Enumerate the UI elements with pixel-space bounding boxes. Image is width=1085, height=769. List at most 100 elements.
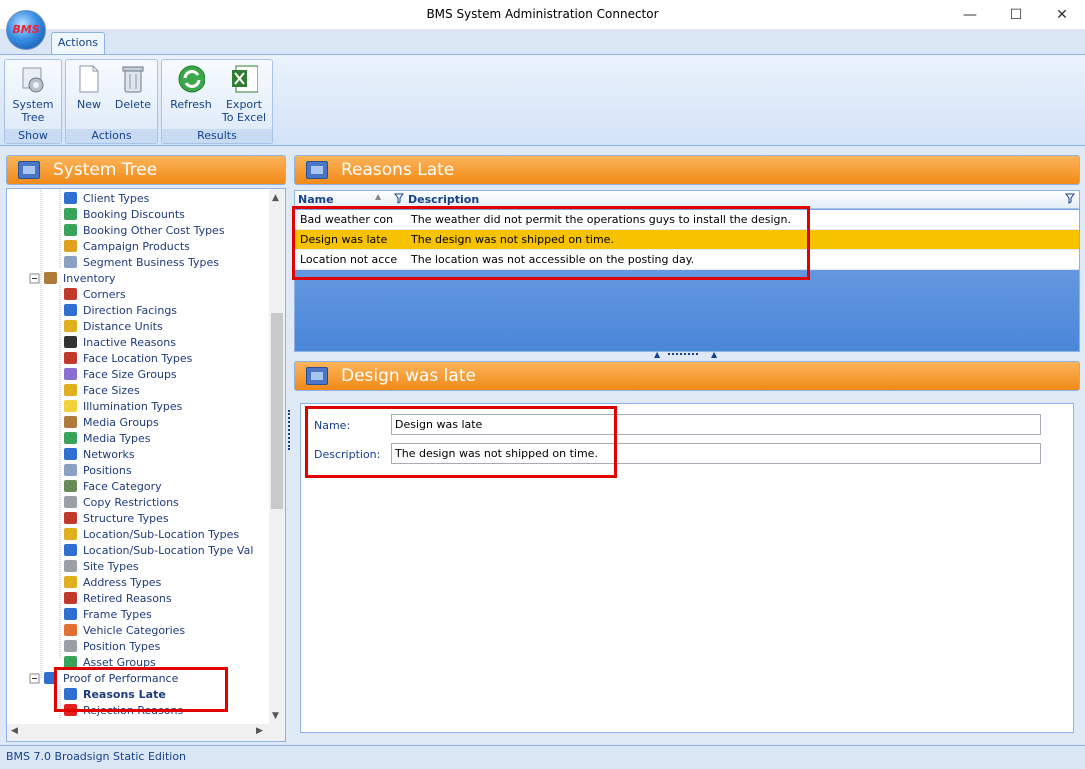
system-tree-button[interactable]: System Tree (10, 63, 56, 124)
tree-item-icon (64, 608, 77, 620)
filter-icon-description[interactable] (1065, 192, 1075, 207)
tree-item[interactable]: Asset Groups (64, 655, 156, 671)
window-title: BMS System Administration Connector (426, 7, 659, 21)
folder-icon (18, 161, 40, 179)
tree-item-icon (64, 512, 77, 524)
tree-item-icon (64, 544, 77, 556)
tree-item-icon (44, 672, 57, 684)
refresh-label: Refresh (170, 98, 212, 111)
tree-item-label: Booking Other Cost Types (83, 224, 225, 237)
tree-item-label: Face Category (83, 480, 162, 493)
tree-item[interactable]: Distance Units (64, 319, 163, 335)
cell-name: Bad weather con (300, 213, 394, 226)
tree-item[interactable]: Media Types (64, 431, 151, 447)
table-row[interactable]: Bad weather con The weather did not permi… (295, 210, 1079, 230)
tree-item[interactable]: Retired Reasons (64, 591, 172, 607)
tree-item[interactable]: Face Sizes (64, 383, 140, 399)
sort-icon[interactable]: ▲ (375, 192, 381, 201)
tree-item-icon (64, 208, 77, 220)
refresh-button[interactable]: Refresh (168, 63, 214, 111)
tree-item-label: Direction Facings (83, 304, 178, 317)
tree-item[interactable]: Media Groups (64, 415, 159, 431)
description-field[interactable]: The design was not shipped on time. (391, 443, 1041, 464)
tree-item[interactable]: Inventory (44, 271, 116, 287)
tree-item[interactable]: Client Types (64, 191, 149, 207)
reasons-late-grid[interactable]: Name ▲ Description Bad weather con The we… (294, 190, 1080, 352)
tree-item[interactable]: Face Category (64, 479, 162, 495)
tree-item-label: Illumination Types (83, 400, 183, 413)
tree-scroll-thumb[interactable] (271, 313, 283, 509)
tree-item[interactable]: Frame Types (64, 607, 152, 623)
export-excel-button[interactable]: Export To Excel (220, 63, 268, 124)
status-bar: BMS 7.0 Broadsign Static Edition (0, 745, 1085, 769)
tree-item[interactable]: Rejection Reasons (64, 703, 183, 719)
tree-item[interactable]: Site Types (64, 559, 139, 575)
scroll-up-icon[interactable]: ▲ (272, 193, 279, 203)
scroll-right-icon[interactable]: ▶ (256, 726, 263, 736)
group-label-results: Results (162, 129, 272, 143)
tree-item-icon (64, 368, 77, 380)
tree-item[interactable]: Face Size Groups (64, 367, 177, 383)
delete-button[interactable]: Delete (110, 63, 156, 111)
detail-header: Design was late (294, 361, 1080, 391)
tree-item[interactable]: Vehicle Categories (64, 623, 185, 639)
tree-item[interactable]: Networks (64, 447, 135, 463)
tab-actions[interactable]: Actions (51, 32, 105, 54)
tree-item[interactable]: Copy Restrictions (64, 495, 179, 511)
ribbon: System Tree Show New Delete Actions Refr… (0, 54, 1085, 146)
tree-item-icon (64, 592, 77, 604)
new-button[interactable]: New (66, 63, 112, 111)
tree-item[interactable]: Reasons Late (64, 687, 166, 703)
tree-item-icon (64, 384, 77, 396)
cell-description: The design was not shipped on time. (411, 233, 614, 246)
scroll-down-icon[interactable]: ▼ (272, 711, 279, 721)
tree-item[interactable]: Direction Facings (64, 303, 177, 319)
tree-item[interactable]: Location/Sub-Location Types (64, 527, 239, 543)
tree-item-icon (64, 560, 77, 572)
tree-horizontal-scrollbar[interactable]: ◀ ▶ (7, 724, 285, 741)
tree-item[interactable]: Location/Sub-Location Type Val (64, 543, 253, 559)
tree-item-icon (64, 400, 77, 412)
tree-vertical-scrollbar[interactable]: ▲ ▼ (269, 189, 285, 725)
tree-lines (29, 189, 61, 719)
column-header-name[interactable]: Name (298, 193, 334, 206)
tree-item[interactable]: Illumination Types (64, 399, 182, 415)
tree-item-icon (64, 320, 77, 332)
collapse-up-icon-2[interactable]: ▲ (711, 350, 717, 359)
title-bar: BMS System Administration Connector — ☐ … (0, 0, 1085, 30)
tree-item[interactable]: Proof of Performance (44, 671, 178, 687)
tree-item-icon (64, 224, 77, 236)
scroll-left-icon[interactable]: ◀ (11, 726, 18, 736)
table-row[interactable]: Design was late The design was not shippe… (295, 230, 1079, 250)
name-field[interactable]: Design was late (391, 414, 1041, 435)
close-button[interactable]: ✕ (1039, 0, 1085, 30)
minimize-button[interactable]: — (947, 0, 993, 30)
tree-item[interactable]: Campaign Products (64, 239, 190, 255)
tree-item[interactable]: Face Location Types (64, 351, 192, 367)
maximize-button[interactable]: ☐ (993, 0, 1039, 30)
tree-item[interactable]: Booking Other Cost Types (64, 223, 225, 239)
app-menu-button[interactable]: BMS (6, 10, 46, 50)
collapse-up-icon[interactable]: ▲ (654, 350, 660, 359)
tree-item[interactable]: Booking Discounts (64, 207, 185, 223)
tree-item-icon (64, 496, 77, 508)
cell-name: Design was late (300, 233, 388, 246)
tree-item[interactable]: Inactive Reasons (64, 335, 176, 351)
system-tree-title: System Tree (53, 160, 158, 180)
filter-icon[interactable] (394, 192, 404, 207)
tree-item[interactable]: Segment Business Types (64, 255, 219, 271)
tree-item[interactable]: Structure Types (64, 511, 169, 527)
table-row[interactable]: Location not acce The location was not ac… (295, 250, 1079, 270)
tree-item-icon (64, 192, 77, 204)
tree-item[interactable]: Corners (64, 287, 126, 303)
tree-item-label: Position Types (83, 640, 161, 653)
horizontal-splitter[interactable] (668, 353, 698, 357)
tree-item[interactable]: Address Types (64, 575, 161, 591)
system-tree[interactable]: Client Types Booking Discounts Booking Oth… (6, 188, 286, 742)
cell-description: The weather did not permit the operation… (411, 213, 791, 226)
column-header-description[interactable]: Description (408, 193, 479, 206)
vertical-splitter[interactable] (288, 410, 292, 450)
tree-item-label: Site Types (83, 560, 139, 573)
tree-item[interactable]: Positions (64, 463, 132, 479)
tree-item[interactable]: Position Types (64, 639, 160, 655)
